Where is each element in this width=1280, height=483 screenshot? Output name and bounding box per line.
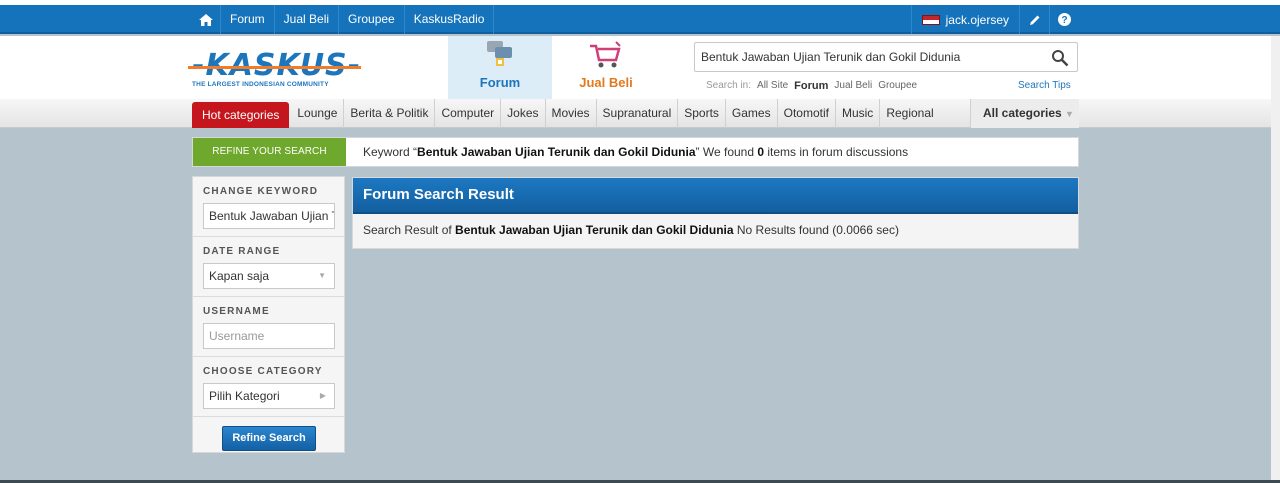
category-berita-politik[interactable]: Berita & Politik (344, 99, 436, 128)
edit-pencil-icon[interactable] (1019, 5, 1049, 34)
change-keyword-label: CHANGE KEYWORD (203, 186, 319, 197)
username-label: USERNAME (203, 306, 270, 317)
topnav-jualbeli[interactable]: Jual Beli (275, 5, 340, 34)
category-jokes[interactable]: Jokes (501, 99, 546, 128)
refine-message: Keyword “Bentuk Jawaban Ujian Terunik da… (363, 138, 908, 166)
topnav-forum[interactable]: Forum (221, 5, 275, 34)
date-range-value: Kapan saja (209, 269, 270, 283)
date-range-section: DATE RANGE Kapan saja ▼ (193, 237, 344, 297)
refine-msg-mid: ” We found (695, 145, 758, 159)
category-bar: Hot categories Lounge Berita & Politik C… (0, 99, 1280, 128)
search-icon[interactable] (1051, 49, 1069, 67)
shopping-cart-icon (552, 40, 660, 70)
category-otomotif[interactable]: Otomotif (778, 99, 836, 128)
chevron-down-icon: ▼ (1065, 109, 1074, 119)
result-title: Forum Search Result (353, 178, 1078, 214)
svg-text:?: ? (1061, 15, 1067, 26)
topnav-kaskusradio[interactable]: KaskusRadio (405, 5, 495, 34)
scrollbar[interactable] (1271, 36, 1280, 483)
refine-msg-suffix: items in forum discussions (764, 145, 909, 159)
hot-categories-tab[interactable]: Hot categories (192, 101, 290, 128)
search-input[interactable] (695, 50, 1035, 64)
topnav-groupee[interactable]: Groupee (339, 5, 405, 34)
keyword-field[interactable]: Bentuk Jawaban Ujian Terunik dan Gokil D… (203, 203, 335, 229)
refine-banner: REFINE YOUR SEARCH Keyword “Bentuk Jawab… (192, 137, 1079, 167)
search-in-jualbeli[interactable]: Jual Beli (834, 80, 872, 92)
user-menu[interactable]: jack.ojersey (910, 5, 1019, 34)
top-navbar: Forum Jual Beli Groupee KaskusRadio jack… (0, 5, 1280, 34)
home-icon[interactable] (192, 5, 221, 34)
search-box (694, 42, 1078, 72)
search-in-allsite[interactable]: All Site (757, 80, 788, 92)
tab-jualbeli[interactable]: Jual Beli (552, 36, 660, 99)
change-keyword-section: CHANGE KEYWORD Bentuk Jawaban Ujian Teru… (193, 177, 344, 237)
forum-search-result: Forum Search Result Search Result of Ben… (352, 177, 1079, 249)
search-tips-link[interactable]: Search Tips (1018, 80, 1071, 91)
help-icon[interactable]: ? (1049, 5, 1079, 34)
category-value: Pilih Kategori (209, 389, 280, 403)
category-select[interactable]: Pilih Kategori ▶ (203, 383, 335, 409)
username-section: USERNAME Username (193, 297, 344, 357)
tab-forum[interactable]: Forum (448, 36, 552, 99)
date-range-select[interactable]: Kapan saja ▼ (203, 263, 335, 289)
refine-sidebar: CHANGE KEYWORD Bentuk Jawaban Ujian Teru… (192, 176, 345, 453)
tab-forum-label: Forum (479, 75, 521, 90)
chevron-right-icon: ▶ (319, 391, 326, 400)
user-flag-icon (921, 14, 940, 25)
search-in-label: Search in: (706, 80, 752, 91)
category-sports[interactable]: Sports (678, 99, 726, 128)
header: -KASKUS- THE LARGEST INDONESIAN COMMUNIT… (0, 36, 1280, 99)
refine-your-search-tab: REFINE YOUR SEARCH (193, 138, 346, 166)
all-categories-dropdown[interactable]: All categories ▼ (970, 99, 1079, 128)
tab-jualbeli-label: Jual Beli (579, 75, 633, 90)
username: jack.ojersey (945, 12, 1009, 27)
kaskus-logo[interactable]: -KASKUS- THE LARGEST INDONESIAN COMMUNIT… (188, 51, 367, 91)
result-prefix: Search Result of (363, 223, 456, 237)
refine-msg-keyword: Bentuk Jawaban Ujian Terunik dan Gokil D… (417, 145, 696, 159)
result-suffix: No Results found (0.0066 sec) (733, 223, 899, 237)
search-in-options: Search in: All Site Forum Jual Beli Grou… (706, 80, 917, 92)
category-games[interactable]: Games (726, 99, 778, 128)
refine-search-button[interactable]: Refine Search (222, 426, 316, 451)
category-regional[interactable]: Regional (880, 99, 939, 128)
forum-icon (448, 40, 552, 70)
search-in-groupee[interactable]: Groupee (878, 80, 917, 92)
choose-category-label: CHOOSE CATEGORY (203, 366, 323, 377)
search-in-forum[interactable]: Forum (794, 80, 828, 92)
date-range-label: DATE RANGE (203, 246, 281, 257)
category-movies[interactable]: Movies (546, 99, 597, 128)
chevron-down-icon: ▼ (318, 271, 326, 280)
category-supranatural[interactable]: Supranatural (597, 99, 679, 128)
all-categories-label: All categories (983, 106, 1062, 120)
result-keyword: Bentuk Jawaban Ujian Terunik dan Gokil D… (455, 223, 734, 237)
refine-msg-prefix: Keyword “ (363, 145, 418, 159)
category-computer[interactable]: Computer (435, 99, 502, 128)
category-music[interactable]: Music (836, 99, 881, 128)
result-body: Search Result of Bentuk Jawaban Ujian Te… (353, 214, 1078, 248)
username-field[interactable]: Username (203, 323, 335, 349)
choose-category-section: CHOOSE CATEGORY Pilih Kategori ▶ (193, 357, 344, 417)
category-lounge[interactable]: Lounge (291, 99, 345, 128)
